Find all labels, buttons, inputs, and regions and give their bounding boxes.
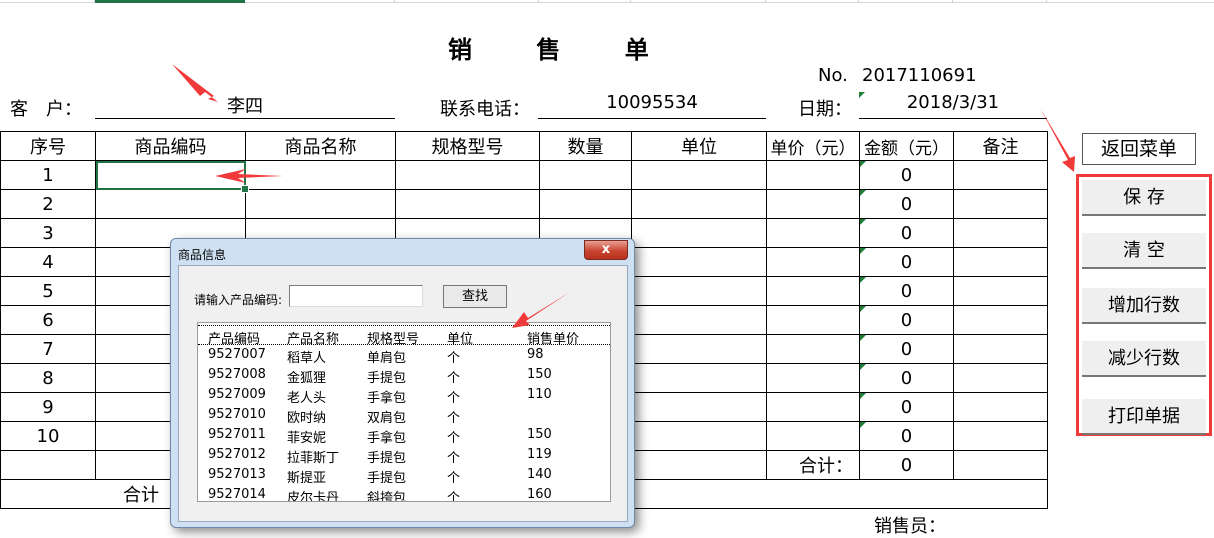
annotation-arrows xyxy=(172,64,1075,328)
arrow-icon xyxy=(512,292,570,328)
arrow-icon xyxy=(1040,108,1075,172)
arrow-icon xyxy=(215,169,283,183)
arrow-icon xyxy=(172,64,218,102)
